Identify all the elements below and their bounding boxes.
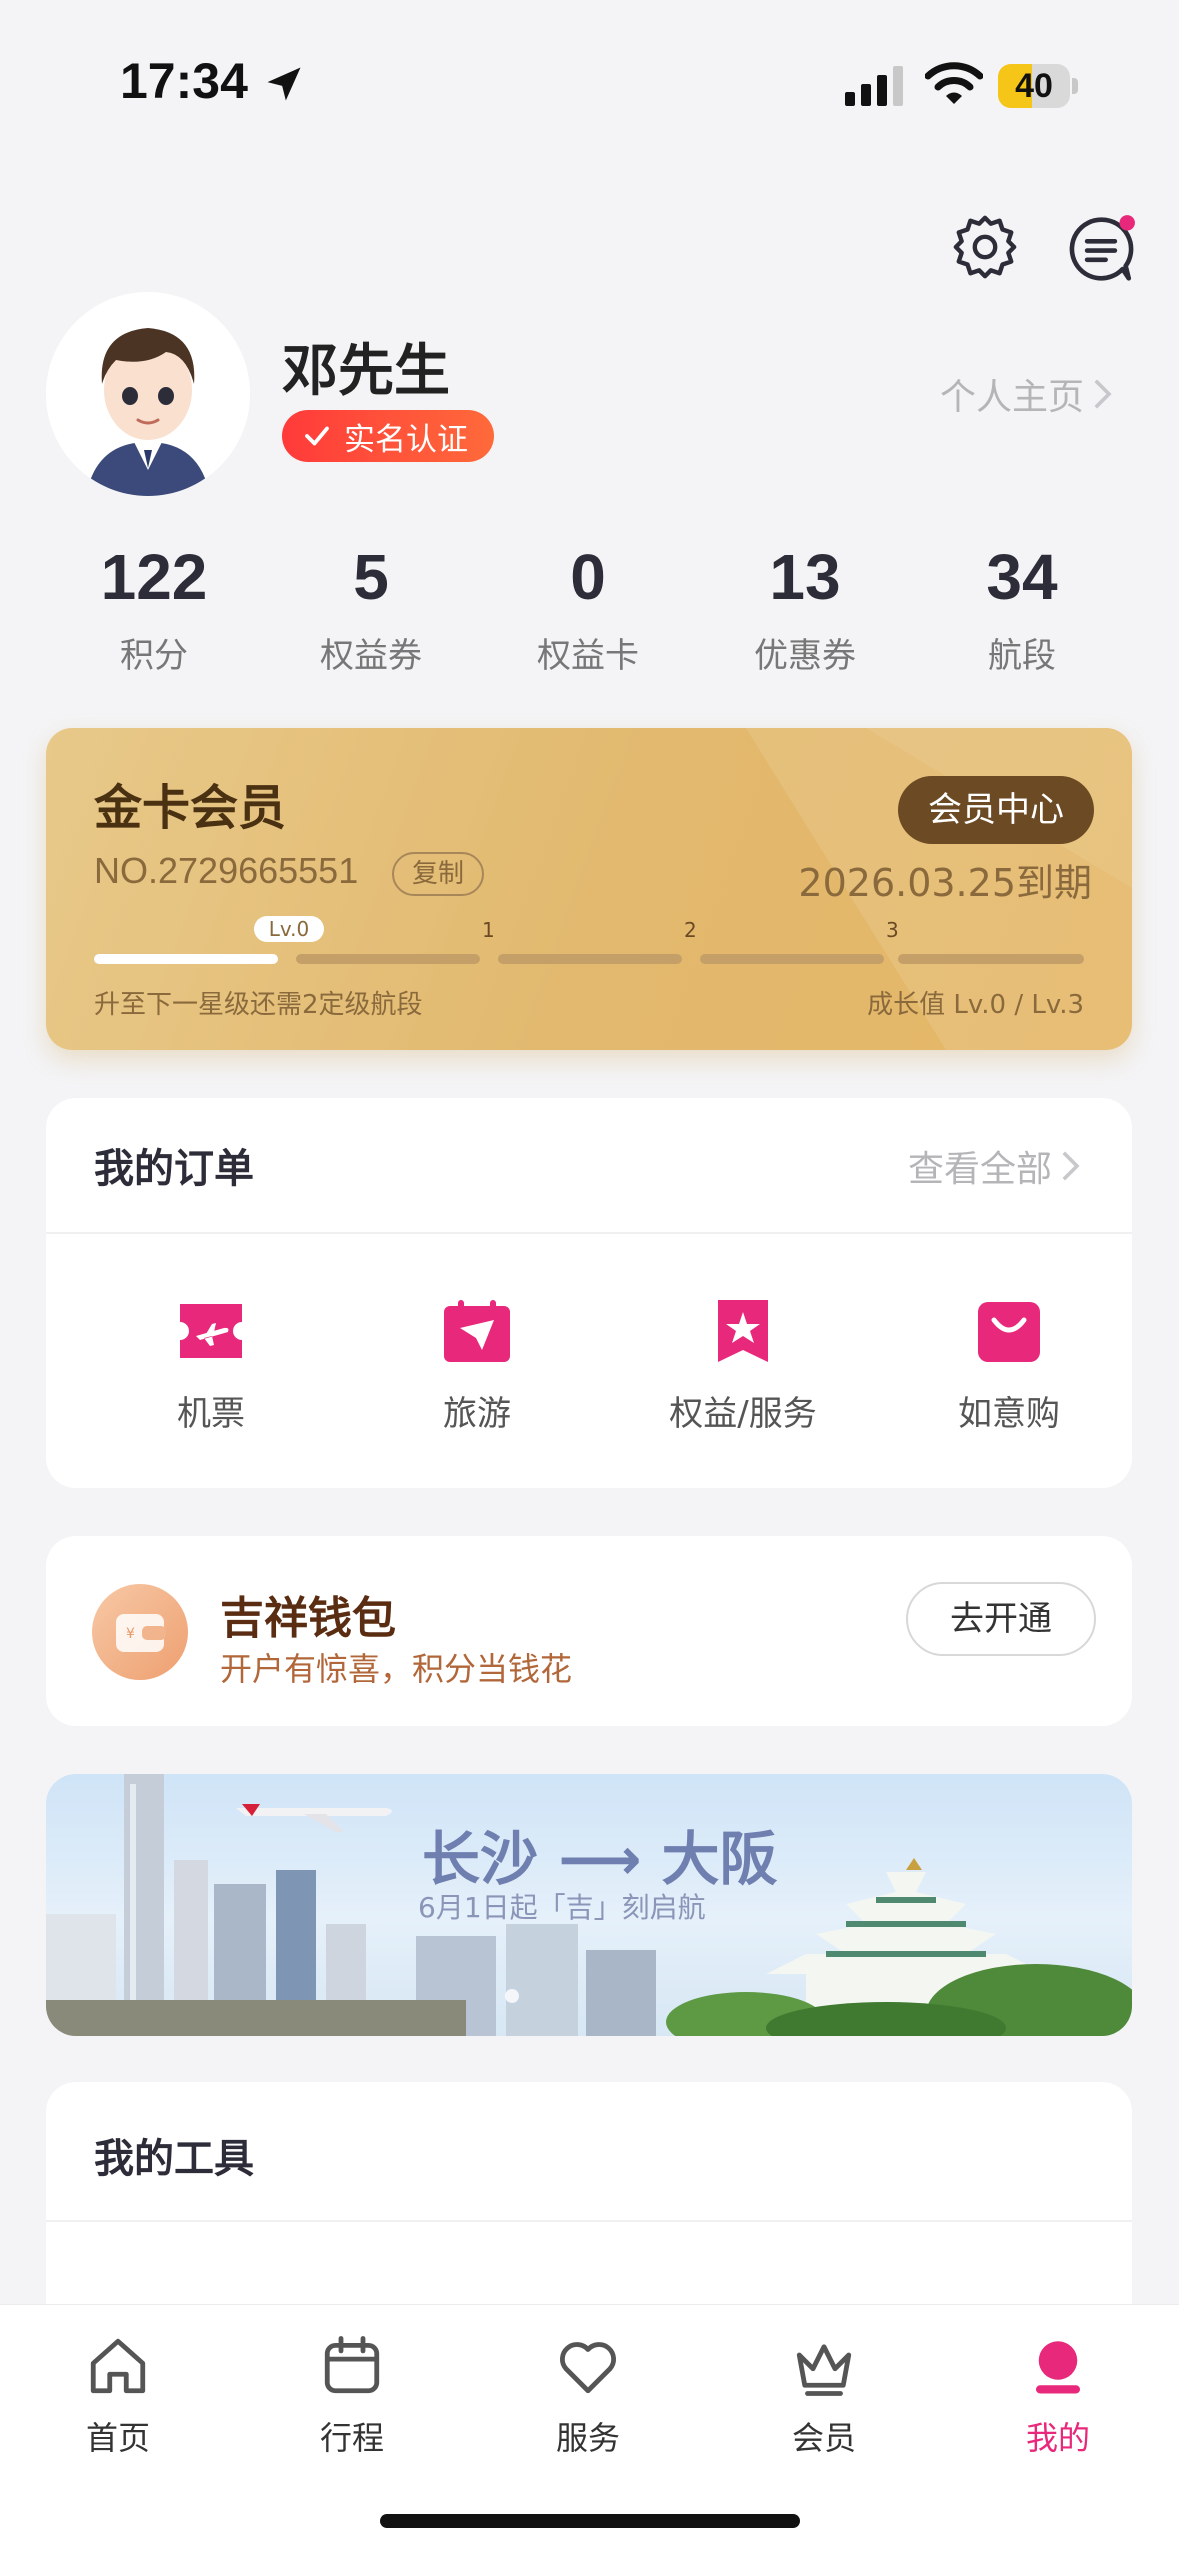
- status-time: 17:34: [120, 53, 248, 109]
- stat-value: 122: [100, 541, 208, 613]
- verified-badge: 实名认证: [282, 410, 494, 462]
- stat-discount-coupons[interactable]: 13 优惠券: [705, 540, 905, 677]
- wifi-icon: [925, 62, 983, 104]
- progress-segment: [898, 954, 1084, 964]
- star-bookmark-icon: [718, 1300, 768, 1362]
- stat-label: 航段: [988, 636, 1056, 676]
- settings-gear-icon[interactable]: [950, 212, 1020, 282]
- chevron-right-icon: [1062, 1151, 1080, 1181]
- level-current-tag: Lv.0: [254, 916, 324, 942]
- tab-home[interactable]: 首页: [38, 2333, 198, 2459]
- view-all-label: 查看全部: [907, 1149, 1052, 1190]
- chevron-right-icon: [1094, 379, 1112, 409]
- stat-benefit-cards[interactable]: 0 权益卡: [488, 540, 688, 677]
- gold-member-card[interactable]: 金卡会员 会员中心 NO.2729665551 复制 2026.03.25到期 …: [46, 728, 1132, 1050]
- order-item-ruyi-shopping[interactable]: 如意购: [889, 1298, 1129, 1435]
- expiry-date: 2026.03.25到期: [798, 861, 1092, 905]
- tab-member[interactable]: 会员: [744, 2333, 904, 2459]
- banner-subtitle: 6月1日起「吉」刻启航: [418, 1891, 706, 1924]
- calendar-icon: [324, 2336, 380, 2394]
- svg-text:¥: ¥: [126, 1626, 135, 1642]
- view-all-orders-link[interactable]: 查看全部: [908, 1140, 1084, 1192]
- personal-homepage-link[interactable]: 个人主页: [940, 368, 1116, 420]
- order-item-travel[interactable]: 旅游: [357, 1298, 597, 1435]
- level-marker: 3: [886, 918, 899, 942]
- verified-badge-label: 实名认证: [344, 421, 468, 458]
- home-icon: [90, 2338, 146, 2394]
- tab-label: 我的: [1025, 2419, 1090, 2457]
- stat-points[interactable]: 122 积分: [54, 540, 254, 677]
- stat-label: 优惠券: [754, 636, 856, 676]
- my-orders-card: 我的订单 查看全部 机票 旅游 权益/服务 如意购: [46, 1098, 1132, 1488]
- tab-label: 服务: [555, 2419, 620, 2457]
- tools-title: 我的工具: [94, 2136, 254, 2182]
- tab-label: 首页: [85, 2419, 150, 2457]
- stat-value: 5: [353, 541, 389, 613]
- heart-icon: [560, 2342, 616, 2394]
- stat-label: 权益卡: [537, 636, 639, 676]
- tab-label: 会员: [791, 2419, 856, 2457]
- level-marker: 2: [684, 918, 697, 942]
- divider: [46, 1232, 1132, 1234]
- order-item-benefits-service[interactable]: 权益/服务: [623, 1298, 863, 1435]
- card-title: 金卡会员: [94, 780, 287, 836]
- profile-icon: [1036, 2341, 1080, 2394]
- progress-segment-filled: [94, 954, 278, 964]
- order-item-flight[interactable]: 机票: [91, 1298, 331, 1435]
- stat-value: 0: [570, 541, 606, 613]
- level-marker: 1: [482, 918, 495, 942]
- notification-dot: [1119, 215, 1135, 231]
- orders-title: 我的订单: [94, 1146, 254, 1192]
- stat-flight-segments[interactable]: 34 航段: [922, 540, 1122, 677]
- battery-level: 40: [1015, 67, 1053, 105]
- travel-calendar-icon: [444, 1300, 510, 1362]
- copy-button[interactable]: 复制: [392, 852, 484, 896]
- location-arrow-icon: [267, 67, 301, 101]
- message-icon[interactable]: [1064, 212, 1138, 286]
- order-item-label: 如意购: [958, 1394, 1060, 1434]
- growth-value: 成长值 Lv.0 / Lv.3: [867, 990, 1084, 1020]
- wallet-subtitle: 开户有惊喜，积分当钱花: [220, 1650, 573, 1688]
- stat-benefit-coupons[interactable]: 5 权益券: [271, 540, 471, 677]
- tab-service[interactable]: 服务: [508, 2333, 668, 2459]
- cellular-signal-icon: [845, 66, 903, 106]
- tab-trips[interactable]: 行程: [272, 2333, 432, 2459]
- home-indicator: [380, 2514, 800, 2528]
- avatar-illustration: [46, 292, 250, 496]
- wallet-title: 吉祥钱包: [220, 1593, 396, 1644]
- stat-value: 34: [986, 541, 1058, 613]
- banner-title: 长沙 ⟶ 大阪: [422, 1825, 778, 1893]
- open-wallet-button[interactable]: 去开通: [906, 1582, 1096, 1656]
- stat-value: 13: [769, 541, 841, 613]
- progress-segment: [296, 954, 480, 964]
- divider: [46, 2220, 1132, 2222]
- wallet-icon: ¥: [92, 1584, 188, 1680]
- promo-banner[interactable]: 长沙 ⟶ 大阪 6月1日起「吉」刻启航: [46, 1774, 1132, 2036]
- shopping-bag-icon: [978, 1302, 1040, 1362]
- plane-ticket-icon: [180, 1304, 242, 1358]
- order-item-label: 权益/服务: [669, 1394, 817, 1434]
- tab-mine[interactable]: 我的: [978, 2333, 1138, 2459]
- user-name: 邓先生: [282, 339, 450, 404]
- member-number: NO.2729665551: [94, 850, 359, 891]
- progress-segment: [498, 954, 682, 964]
- battery-indicator: 40: [998, 64, 1078, 108]
- wallet-card[interactable]: ¥ 吉祥钱包 开户有惊喜，积分当钱花 去开通: [46, 1536, 1132, 1726]
- order-item-label: 机票: [177, 1394, 245, 1434]
- crown-icon: [796, 2344, 852, 2396]
- progress-segment: [700, 954, 884, 964]
- stat-label: 积分: [120, 636, 188, 676]
- personal-homepage-label: 个人主页: [940, 377, 1085, 418]
- avatar[interactable]: [46, 292, 250, 496]
- check-icon: [305, 426, 329, 446]
- tab-label: 行程: [319, 2419, 384, 2457]
- order-item-label: 旅游: [443, 1394, 511, 1434]
- upgrade-hint: 升至下一星级还需2定级航段: [94, 990, 423, 1020]
- member-center-button[interactable]: 会员中心: [898, 776, 1094, 844]
- stat-label: 权益券: [320, 636, 422, 676]
